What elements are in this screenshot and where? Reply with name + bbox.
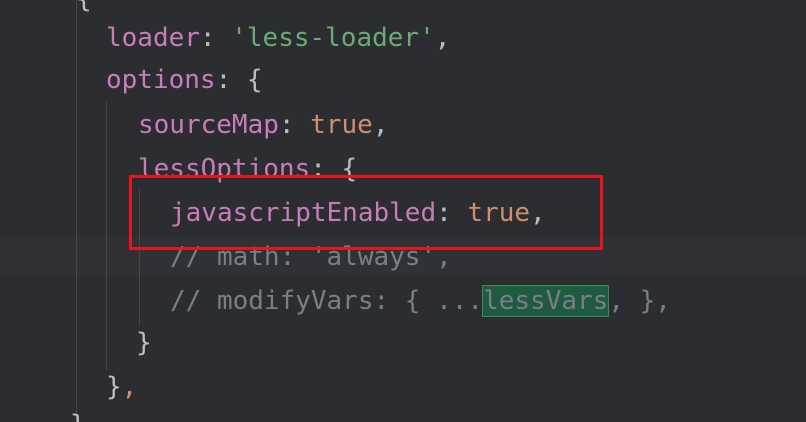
code-editor[interactable]: { loader: 'less-loader', options: { sour… [0, 0, 806, 422]
boolean-value: true [310, 110, 373, 140]
string-value: 'less-loader' [231, 23, 435, 53]
code-line-loader[interactable]: loader: 'less-loader', [106, 17, 450, 59]
colon: : [215, 65, 247, 95]
code-line-options[interactable]: options: { [106, 59, 263, 101]
code-line-close-lessoptions[interactable]: } [136, 322, 152, 364]
annotation-highlight-box [129, 175, 603, 250]
code-fragment-bottom: } [70, 412, 86, 422]
comment-text: , }, [608, 286, 671, 316]
code-line-sourcemap[interactable]: sourceMap: true, [138, 104, 388, 146]
code-fragment-top: { [76, 0, 92, 12]
property-key: sourceMap [138, 110, 279, 140]
colon: : [199, 23, 232, 53]
comma: , [121, 372, 138, 402]
comment-text: // modifyVars: { ... [170, 286, 484, 316]
property-key: options [106, 65, 216, 95]
close-brace: } [136, 328, 152, 358]
indent-guide [106, 102, 107, 370]
code-line-close-options[interactable]: }, [106, 366, 137, 408]
open-brace: { [246, 65, 263, 95]
code-line-modifyvars-comment[interactable]: // modifyVars: { ...lessVars, }, [170, 280, 671, 322]
close-brace: } [106, 372, 122, 402]
comma: , [372, 110, 389, 140]
search-match-highlight[interactable]: lessVars [482, 285, 610, 317]
property-key: loader [106, 23, 200, 53]
comma: , [434, 23, 451, 53]
colon: : [278, 110, 311, 140]
indent-guide [76, 0, 77, 422]
